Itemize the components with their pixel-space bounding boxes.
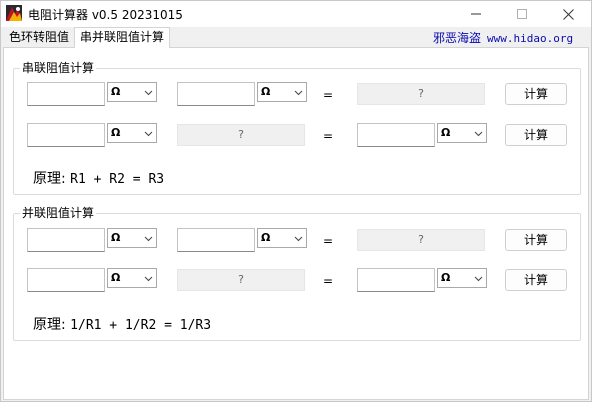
tab-strip: 色环转阻值 串并联阻值计算 邪恶海盗 www.hidao.org: [1, 27, 591, 48]
series-formula: 原理: R1 + R2 = R3: [33, 168, 164, 188]
chevron-down-icon: [294, 236, 303, 242]
parallel-row2-r1-unit-value: Ω: [111, 271, 121, 284]
chevron-down-icon: [474, 276, 483, 282]
parallel-row2-r3-unit-select[interactable]: Ω: [437, 268, 487, 288]
app-logo-icon: [6, 5, 22, 21]
chevron-down-icon: [474, 131, 483, 137]
parallel-row1-equals: =: [323, 234, 334, 248]
chevron-down-icon: [144, 131, 153, 137]
tab-panel: 串联阻值计算 Ω Ω = ? 计算 Ω ? = Ω 计算 原理: R1 + R2…: [3, 47, 589, 400]
series-r1-unit-value: Ω: [111, 85, 121, 98]
series-row2-r1-unit-value: Ω: [111, 126, 121, 139]
close-icon: [562, 8, 574, 20]
series-row2-r1-input[interactable]: [27, 123, 105, 147]
parallel-r1-unit-value: Ω: [111, 231, 121, 244]
parallel-formula: 原理: 1/R1 + 1/R2 = 1/R3: [33, 314, 211, 334]
parallel-row2-calc-button[interactable]: 计算: [505, 269, 567, 291]
parallel-row1-result: ?: [357, 229, 485, 251]
tab-series-parallel[interactable]: 串并联阻值计算: [74, 27, 171, 48]
parallel-formula-label: 原理:: [33, 317, 66, 333]
series-row2-r1-unit-select[interactable]: Ω: [107, 123, 157, 143]
site-name: 邪恶海盗: [433, 31, 482, 45]
parallel-row2-equals: =: [323, 274, 334, 288]
minimize-button[interactable]: [453, 1, 499, 27]
parallel-row1-calc-button[interactable]: 计算: [505, 229, 567, 251]
series-r1-unit-select[interactable]: Ω: [107, 82, 157, 102]
parallel-group: 并联阻值计算 Ω Ω = ? 计算 Ω ? = Ω 计算 原理: 1/R1 + …: [13, 206, 581, 341]
maximize-icon: [517, 9, 527, 19]
parallel-formula-expression: 1/R1 + 1/R2 = 1/R3: [70, 318, 212, 333]
series-row1-result: ?: [357, 83, 485, 105]
maximize-button[interactable]: [499, 1, 545, 27]
series-group: 串联阻值计算 Ω Ω = ? 计算 Ω ? = Ω 计算 原理: R1 + R2…: [13, 61, 581, 195]
chevron-down-icon: [294, 90, 303, 96]
parallel-row2-r3-input[interactable]: [357, 268, 435, 292]
minimize-icon: [471, 13, 481, 15]
parallel-row2-r1-input[interactable]: [27, 268, 105, 292]
series-r1-input[interactable]: [27, 82, 105, 106]
series-row2-r3-unit-select[interactable]: Ω: [437, 123, 487, 143]
parallel-r2-unit-select[interactable]: Ω: [257, 228, 307, 248]
series-r2-input[interactable]: [177, 82, 255, 106]
close-button[interactable]: [545, 1, 591, 27]
series-row1-calc-button[interactable]: 计算: [505, 83, 567, 105]
series-r2-unit-select[interactable]: Ω: [257, 82, 307, 102]
site-url: www.hidao.org: [487, 32, 574, 45]
series-r2-unit-value: Ω: [261, 85, 271, 98]
series-row2-r3-input[interactable]: [357, 123, 435, 147]
series-row2-r2-result: ?: [177, 124, 305, 146]
parallel-r2-unit-value: Ω: [261, 231, 271, 244]
series-formula-label: 原理:: [33, 171, 66, 187]
series-row2-calc-button[interactable]: 计算: [505, 124, 567, 146]
series-group-title: 串联阻值计算: [20, 61, 97, 75]
parallel-r2-input[interactable]: [177, 228, 255, 252]
chevron-down-icon: [144, 236, 153, 242]
parallel-r1-input[interactable]: [27, 228, 105, 252]
parallel-row2-r1-unit-select[interactable]: Ω: [107, 268, 157, 288]
chevron-down-icon: [144, 90, 153, 96]
app-window: 电阻计算器 v0.5 20231015 色环转阻值 串并联阻值计算 邪恶海盗 ww…: [0, 0, 592, 402]
series-row2-equals: =: [323, 129, 334, 143]
series-formula-expression: R1 + R2 = R3: [70, 172, 165, 187]
chevron-down-icon: [144, 276, 153, 282]
window-title: 电阻计算器 v0.5 20231015: [28, 8, 183, 22]
parallel-group-title: 并联阻值计算: [20, 206, 97, 220]
parallel-row2-r2-result: ?: [177, 269, 305, 291]
parallel-r1-unit-select[interactable]: Ω: [107, 228, 157, 248]
series-row2-r3-unit-value: Ω: [441, 126, 451, 139]
site-link[interactable]: 邪恶海盗 www.hidao.org: [433, 29, 573, 46]
parallel-row2-r3-unit-value: Ω: [441, 271, 451, 284]
series-row1-equals: =: [323, 88, 334, 102]
title-bar: 电阻计算器 v0.5 20231015: [1, 1, 591, 27]
tab-color-band[interactable]: 色环转阻值: [4, 29, 74, 47]
